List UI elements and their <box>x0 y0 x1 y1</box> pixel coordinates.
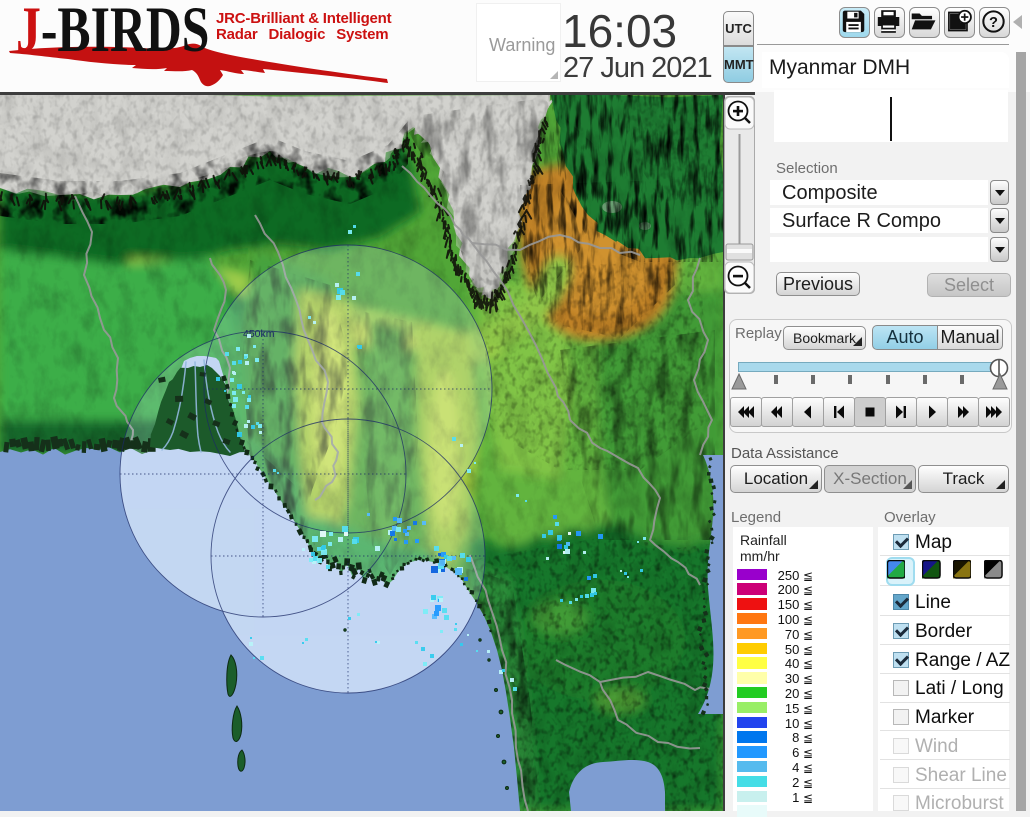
svg-text:?: ? <box>989 15 998 31</box>
